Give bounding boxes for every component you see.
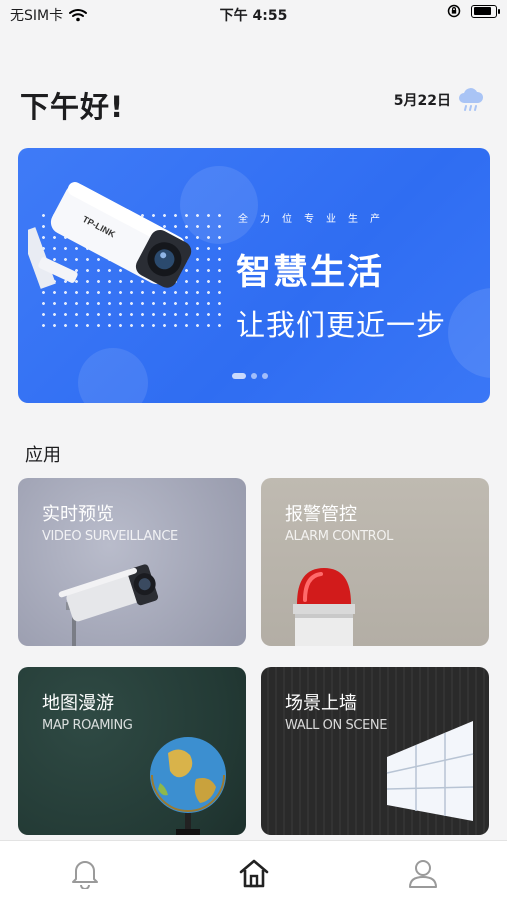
status-time: 下午 4:55 (219, 8, 288, 24)
apps-section-title: 应用 (25, 445, 61, 466)
pager-dot-active[interactable] (232, 373, 246, 379)
decor-circle (78, 348, 148, 403)
greeting-title: 下午好! (20, 90, 125, 124)
card-title: 场景上墙 (285, 693, 357, 714)
date-weather: 5月22日 (394, 88, 485, 112)
battery-fill (473, 7, 492, 15)
video-wall-icon (386, 721, 474, 821)
date-label: 5月22日 (393, 93, 451, 109)
app-card-wall-on-scene[interactable]: 场景上墙 WALL ON SCENE (261, 667, 489, 835)
app-card-alarm-control[interactable]: 报警管控 ALARM CONTROL (261, 478, 489, 646)
decor-circle (448, 288, 490, 378)
alarm-light-icon (293, 568, 355, 646)
user-icon[interactable] (408, 857, 438, 889)
banner-tagline: 全力位专业生产 (238, 214, 392, 225)
banner-subline: 让我们更近一步 (236, 308, 447, 342)
security-camera-image: TP-LINK (28, 182, 192, 289)
card-title: 报警管控 (285, 504, 357, 525)
status-right (447, 4, 500, 18)
pager-dot[interactable] (262, 373, 268, 379)
card-title: 实时预览 (42, 504, 114, 525)
bottom-tab-bar (0, 840, 507, 900)
orientation-lock-icon (447, 4, 461, 18)
promo-banner[interactable]: TP-LINK 全力位专业生产 智慧生活 让我们更近一步 (18, 148, 490, 403)
bell-icon[interactable] (70, 857, 100, 889)
home-icon[interactable] (238, 857, 270, 889)
pager-dot[interactable] (251, 373, 257, 379)
app-card-map-roaming[interactable]: 地图漫游 MAP ROAMING (18, 667, 246, 835)
banner-pager (232, 373, 268, 379)
banner-headline: 智慧生活 (236, 253, 385, 293)
app-card-video-surveillance[interactable]: 实时预览 VIDEO SURVEILLANCE (18, 478, 246, 646)
card-title: 地图漫游 (42, 693, 114, 714)
cloud-rain-icon (459, 88, 484, 111)
globe-icon (150, 737, 226, 835)
security-camera-icon (58, 564, 159, 646)
card-subtitle: VIDEO SURVEILLANCE (42, 529, 178, 544)
battery-icon (471, 4, 500, 18)
card-subtitle: ALARM CONTROL (285, 529, 393, 544)
card-subtitle: WALL ON SCENE (285, 718, 388, 733)
card-subtitle: MAP ROAMING (42, 718, 133, 733)
status-bar: 无SIM卡 下午 4:55 (0, 0, 507, 28)
